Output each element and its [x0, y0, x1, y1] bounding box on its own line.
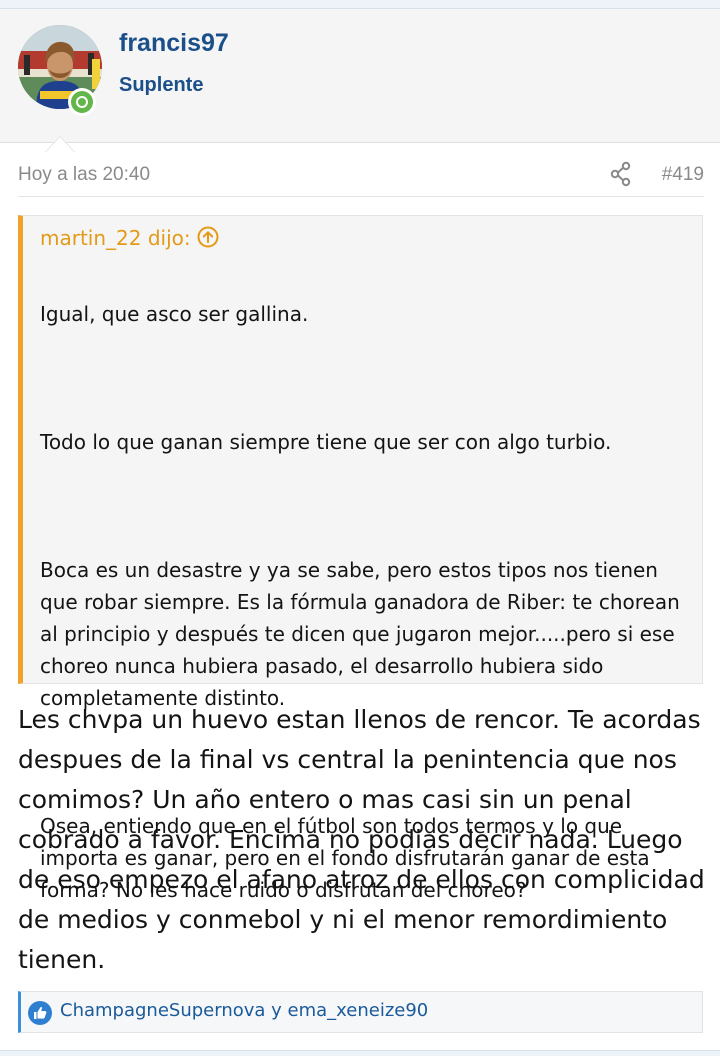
like-icon	[28, 1001, 52, 1025]
bottom-strip	[0, 1050, 720, 1056]
reactions-bar[interactable]: ChampagneSupernova y ema_xeneize90	[18, 991, 703, 1033]
quote-paragraph: Igual, que asco ser gallina.	[40, 302, 309, 326]
post-number-link[interactable]: #419	[662, 164, 704, 186]
arrow-up-circle-icon[interactable]	[197, 226, 219, 253]
quote-block: martin_22 dijo: Igual, que asco ser gall…	[18, 215, 703, 902]
quote-author[interactable]: martin_22 dijo:	[40, 226, 191, 250]
username-link[interactable]: francis97	[119, 29, 229, 58]
header-pointer	[45, 136, 75, 152]
top-strip	[0, 0, 720, 9]
post-timestamp[interactable]: Hoy a las 20:40	[18, 164, 150, 186]
online-status-icon	[68, 88, 96, 116]
share-icon[interactable]	[610, 161, 632, 187]
quote-header[interactable]: martin_22 dijo:	[40, 226, 219, 253]
reaction-users[interactable]: ChampagneSupernova y ema_xeneize90	[60, 1000, 428, 1021]
user-header: francis97 Suplente	[0, 9, 720, 152]
quote-paragraph: Todo lo que ganan siempre tiene que ser …	[40, 430, 612, 454]
post-meta: Hoy a las 20:40 #419	[18, 160, 704, 197]
quote-paragraph: Boca es un desastre y ya se sabe, pero e…	[40, 558, 680, 710]
post-body: Les chvpa un huevo estan llenos de renco…	[18, 705, 705, 974]
user-title: Suplente	[119, 74, 204, 96]
